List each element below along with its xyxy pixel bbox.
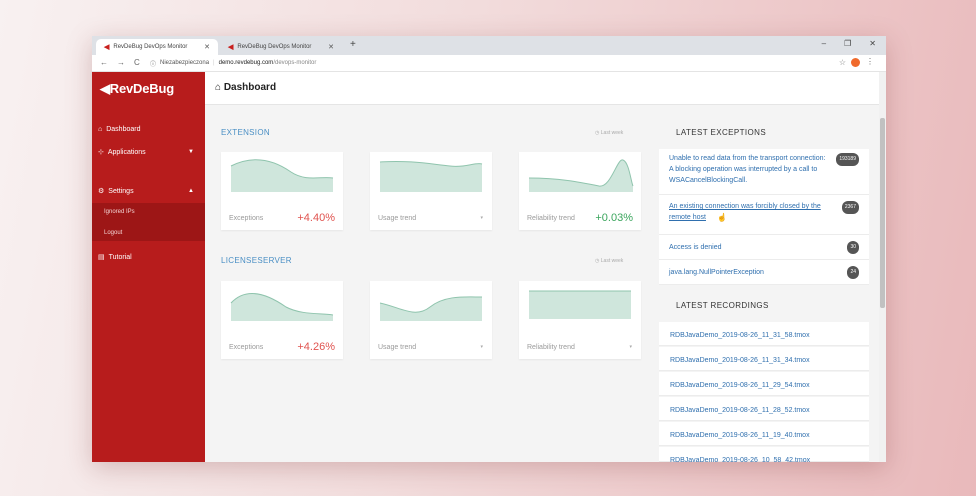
count-badge: 193189 [836,153,859,166]
sidebar: ◀RevDeBug ⌂ Dashboard ⊹ Applications ▼ ⚙… [92,72,205,462]
window-controls: – ❐ ✕ [822,39,876,48]
sidebar-item-ignored-ips[interactable]: Ignored IPs [104,209,135,215]
url-path: /devops-monitor [273,60,317,66]
chevron-down-icon: ▾ [480,344,483,350]
home-icon: ⌂ [215,82,222,93]
tab-title: RevDeBug DevOps Monitor [237,44,312,50]
card-licenseserver-usage[interactable]: Usage trend ▾ [370,281,492,359]
card-value: +4.26% [297,341,335,353]
book-icon: ▤ [98,254,105,261]
sparkline [230,159,334,192]
new-tab-button[interactable]: + [350,39,356,50]
sidebar-item-label: Tutorial [108,253,132,261]
forward-button[interactable]: → [117,58,125,67]
card-label: Exceptions [229,344,264,351]
recording-item[interactable]: RDBJavaDemo_2019-08-26_11_31_34.tmox [659,347,869,371]
card-extension-exceptions[interactable]: Exceptions +4.40% [221,152,343,230]
brand-logo[interactable]: ◀RevDeBug [100,81,174,97]
exceptions-panel: Unable to read data from the transport c… [659,149,869,285]
chevron-down-icon: ▾ [480,215,483,221]
close-window-button[interactable]: ✕ [869,39,876,48]
count-badge: 24 [847,266,859,279]
scrollbar-thumb[interactable] [880,118,885,308]
licenseserver-title: LICENSESERVER [221,256,292,265]
latest-exceptions-title: LATEST EXCEPTIONS [676,128,767,137]
hand-cursor-icon: ☝ [717,213,727,222]
caret-up-icon: ▲ [188,188,194,194]
page-header: ⌂ Dashboard [205,72,879,105]
card-value: +4.40% [297,212,335,224]
browser-menu-icon[interactable]: ⋮ [866,57,874,66]
last-week-filter[interactable]: ◷ Last week [595,258,623,264]
latest-recordings-title: LATEST RECORDINGS [676,301,769,310]
card-value: +0.03% [595,212,633,224]
card-licenseserver-reliability[interactable]: Reliability trend ▾ [519,281,641,359]
caret-down-icon: ▼ [188,149,194,155]
close-tab-icon[interactable]: ✕ [328,43,334,51]
card-label: Reliability trend [527,344,575,351]
exception-item[interactable]: java.lang.NullPointerException 24 [659,260,869,285]
back-button[interactable]: ← [100,58,108,67]
revdebug-favicon-icon: ◀ [104,44,110,51]
scrollbar[interactable] [879,72,886,462]
sidebar-item-label: Dashboard [106,126,141,133]
sparkline [529,290,631,319]
browser-tab[interactable]: ◀ RevDeBug DevOps Monitor ✕ [220,39,342,55]
recording-item[interactable]: RDBJavaDemo_2019-08-26_11_19_40.tmox [659,422,869,446]
last-week-filter[interactable]: ◷ Last week [595,130,623,136]
sparkline [230,292,334,321]
recording-item[interactable]: RDBJavaDemo_2019-08-26_11_29_54.tmox [659,372,869,396]
profile-avatar[interactable] [851,58,860,67]
info-icon[interactable]: ⓘ [150,59,156,68]
sitemap-icon: ⊹ [98,149,104,156]
sidebar-item-label: Settings [108,187,134,195]
dashboard-content: EXTENSION ◷ Last week Exceptions +4.40% … [205,105,879,462]
card-label: Exceptions [229,215,264,222]
revdebug-favicon-icon: ◀ [228,44,234,51]
sidebar-item-settings[interactable]: ⚙ Settings ▲ [98,187,194,196]
maximize-button[interactable]: ❐ [844,39,851,48]
exception-item[interactable]: Unable to read data from the transport c… [659,149,869,195]
sidebar-item-applications[interactable]: ⊹ Applications ▼ [98,148,194,157]
recording-item[interactable]: RDBJavaDemo_2019-08-26_11_28_52.tmox [659,397,869,421]
sidebar-item-logout[interactable]: Logout [104,230,122,236]
card-label: Usage trend [378,344,417,351]
browser-window: ◀ RevDeBug DevOps Monitor ✕ ◀ RevDeBug D… [92,36,886,462]
reload-button[interactable]: C [134,58,140,67]
card-extension-reliability[interactable]: Reliability trend +0.03% [519,152,641,230]
tab-bar: ◀ RevDeBug DevOps Monitor ✕ ◀ RevDeBug D… [92,36,886,55]
card-label: Usage trend [378,215,417,222]
bookmark-star-icon[interactable]: ☆ [839,58,846,67]
card-label: Reliability trend [527,215,575,222]
recording-item[interactable]: RDBJavaDemo_2019-08-26_10_58_42.tmox [659,447,869,462]
tab-title: RevDeBug DevOps Monitor [113,44,188,50]
gear-icon: ⚙ [98,188,105,195]
card-licenseserver-exceptions[interactable]: Exceptions +4.26% [221,281,343,359]
sidebar-item-dashboard[interactable]: ⌂ Dashboard [98,126,140,133]
count-badge: 2367 [841,201,859,214]
home-icon: ⌂ [98,126,103,133]
page-title: ⌂ Dashboard [215,82,277,93]
url-input[interactable]: ⓘ Niezabezpieczona | demo.revdebug.com/d… [150,57,840,69]
sparkline [528,159,634,192]
card-extension-usage[interactable]: Usage trend ▾ [370,152,492,230]
close-tab-icon[interactable]: ✕ [204,43,210,51]
security-label: Niezabezpieczona [160,60,210,66]
extension-title: EXTENSION [221,128,270,137]
recording-item[interactable]: RDBJavaDemo_2019-08-26_11_31_58.tmox [659,322,869,346]
address-bar: ← → C ⓘ Niezabezpieczona | demo.revdebug… [92,55,886,72]
count-badge: 30 [847,241,859,254]
sidebar-item-tutorial[interactable]: ▤ Tutorial [98,253,132,262]
chevron-down-icon: ▾ [629,344,632,350]
sparkline [379,160,483,192]
browser-tab-active[interactable]: ◀ RevDeBug DevOps Monitor ✕ [96,39,218,55]
minimize-button[interactable]: – [822,39,826,48]
exception-item[interactable]: Access is denied 30 [659,235,869,260]
exception-item[interactable]: An existing connection was forcibly clos… [659,195,869,235]
sidebar-item-label: Applications [107,148,146,156]
url-host: demo.revdebug.com [218,60,274,66]
sparkline [379,296,483,321]
